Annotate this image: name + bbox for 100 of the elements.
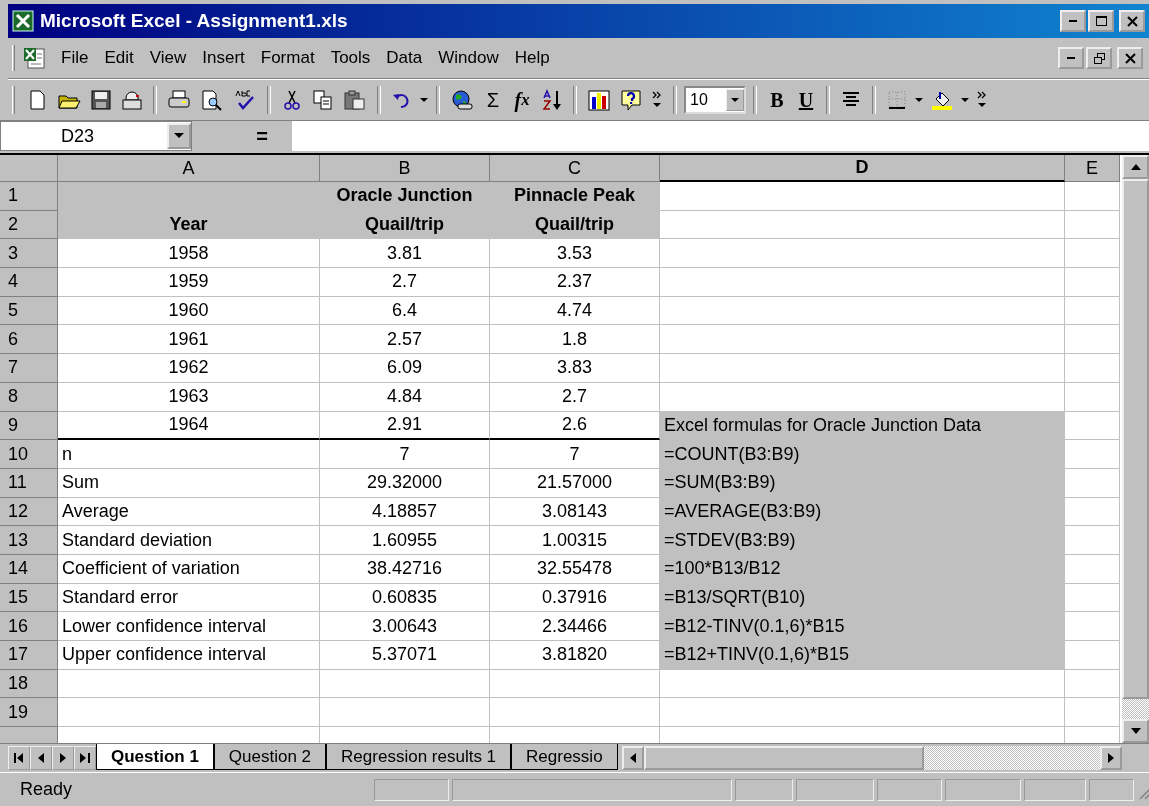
- row-header[interactable]: 11: [0, 468, 58, 498]
- right-arrow-icon[interactable]: [1108, 753, 1114, 763]
- row-header[interactable]: 9: [0, 411, 58, 441]
- close-button[interactable]: [1117, 47, 1143, 69]
- row-header[interactable]: 15: [0, 583, 58, 613]
- workbook-icon[interactable]: [22, 46, 46, 70]
- previous-sheet-button[interactable]: [30, 746, 52, 770]
- menu-item[interactable]: Window: [431, 46, 506, 70]
- autosum-button[interactable]: Σ: [480, 85, 506, 115]
- sheet-tab[interactable]: Regression results 1: [326, 744, 512, 770]
- next-sheet-button[interactable]: [52, 746, 74, 770]
- last-sheet-button[interactable]: [74, 746, 96, 770]
- row-header[interactable]: 6: [0, 325, 58, 355]
- table-cell: 1960: [58, 296, 320, 326]
- menu-item[interactable]: File: [54, 46, 96, 70]
- sheet-tab[interactable]: Regressio: [511, 744, 618, 770]
- scroll-thumb[interactable]: [643, 746, 924, 770]
- table-cell: 1963: [58, 382, 320, 412]
- left-arrow-icon[interactable]: [629, 753, 636, 763]
- table-cell: 38.42716: [320, 554, 490, 584]
- formula-input[interactable]: [292, 121, 1149, 151]
- row-header[interactable]: 4: [0, 268, 58, 297]
- toolbar-grip[interactable]: [12, 45, 16, 71]
- table-cell: Year: [58, 210, 320, 240]
- up-arrow-icon[interactable]: [1130, 164, 1141, 170]
- table-cell: Quail/trip: [490, 210, 660, 240]
- minimize-button[interactable]: [1058, 47, 1084, 69]
- horizontal-scrollbar[interactable]: [621, 746, 1122, 770]
- table-cell: 2.91: [320, 411, 490, 441]
- first-arrow-icon: [14, 753, 24, 763]
- row-header[interactable]: 19: [0, 698, 58, 728]
- menu-item[interactable]: Insert: [195, 46, 252, 70]
- caret-icon: [174, 133, 184, 139]
- name-box[interactable]: D23: [0, 121, 192, 151]
- row-header[interactable]: 17: [0, 641, 58, 670]
- table-cell: =B13/SQRT(B10): [660, 583, 1065, 613]
- row-header[interactable]: 16: [0, 612, 58, 641]
- menu-item[interactable]: Help: [507, 46, 557, 70]
- menu-item[interactable]: Edit: [97, 46, 141, 70]
- table-cell: 2.7: [320, 268, 490, 297]
- right-arrow-icon: [60, 753, 66, 763]
- row-header[interactable]: 14: [0, 554, 58, 584]
- table-cell: 3.53: [490, 239, 660, 269]
- table-cell: 4.74: [490, 296, 660, 326]
- window-title: Microsoft Excel - Assignment1.xls: [40, 10, 348, 32]
- table-cell: Average: [58, 497, 320, 527]
- bold-button[interactable]: B: [764, 85, 790, 115]
- row-header[interactable]: 10: [0, 440, 58, 469]
- table-cell: 7: [320, 440, 490, 469]
- row-header[interactable]: 3: [0, 239, 58, 269]
- maximize-icon: [1095, 16, 1107, 26]
- table-cell: 2.7: [490, 382, 660, 412]
- formula-equals-button[interactable]: =: [192, 121, 292, 151]
- caret-icon: [731, 97, 739, 103]
- row-header[interactable]: 2: [0, 210, 58, 240]
- table-cell: 1962: [58, 354, 320, 383]
- down-arrow-icon[interactable]: [1130, 728, 1141, 734]
- restore-button[interactable]: [1086, 47, 1112, 69]
- row-header[interactable]: 8: [0, 382, 58, 412]
- scroll-track[interactable]: [1122, 699, 1149, 719]
- minimize-button[interactable]: [1060, 10, 1086, 32]
- menu-item[interactable]: Tools: [323, 46, 378, 70]
- column-header[interactable]: A: [58, 155, 320, 182]
- row-header[interactable]: 18: [0, 669, 58, 699]
- menu-item[interactable]: Format: [253, 46, 322, 70]
- status-panel: [1089, 778, 1135, 801]
- underline-button[interactable]: U: [793, 85, 819, 115]
- table-cell: =COUNT(B3:B9): [660, 440, 1065, 469]
- font-size-dropdown[interactable]: 10: [684, 86, 746, 114]
- table-cell: Upper confidence interval: [58, 641, 320, 670]
- table-cell: 1964: [58, 411, 320, 441]
- table-cell: 6.09: [320, 354, 490, 383]
- spreadsheet-icon: [12, 10, 34, 32]
- table-cell: 1958: [58, 239, 320, 269]
- menu-item[interactable]: Data: [379, 46, 430, 70]
- close-button[interactable]: [1119, 10, 1145, 32]
- column-header[interactable]: B: [320, 155, 490, 182]
- column-header[interactable]: D: [660, 155, 1065, 182]
- table-cell: n: [58, 440, 320, 469]
- menu-item[interactable]: View: [142, 46, 194, 70]
- column-header[interactable]: E: [1065, 155, 1120, 182]
- row-header[interactable]: 13: [0, 526, 58, 555]
- first-sheet-button[interactable]: [8, 746, 30, 770]
- table-cell: Quail/trip: [320, 210, 490, 240]
- row-header[interactable]: 1: [0, 182, 58, 211]
- row-header[interactable]: 5: [0, 296, 58, 326]
- sheet-tab[interactable]: Question 2: [213, 744, 327, 770]
- table-cell: 6.4: [320, 296, 490, 326]
- table-cell: Excel formulas for Oracle Junction Data: [660, 411, 1065, 441]
- close-icon: [1124, 52, 1136, 64]
- sheet-tab[interactable]: Question 1: [96, 744, 214, 770]
- toolbar-grip[interactable]: [12, 86, 16, 114]
- maximize-button[interactable]: [1088, 10, 1114, 32]
- table-cell: =AVERAGE(B3:B9): [660, 497, 1065, 527]
- column-header[interactable]: C: [490, 155, 660, 182]
- table-cell: 4.18857: [320, 497, 490, 527]
- status-panel: [1024, 778, 1087, 801]
- row-header[interactable]: 7: [0, 354, 58, 383]
- row-header[interactable]: 12: [0, 497, 58, 527]
- table-cell: 2.57: [320, 325, 490, 355]
